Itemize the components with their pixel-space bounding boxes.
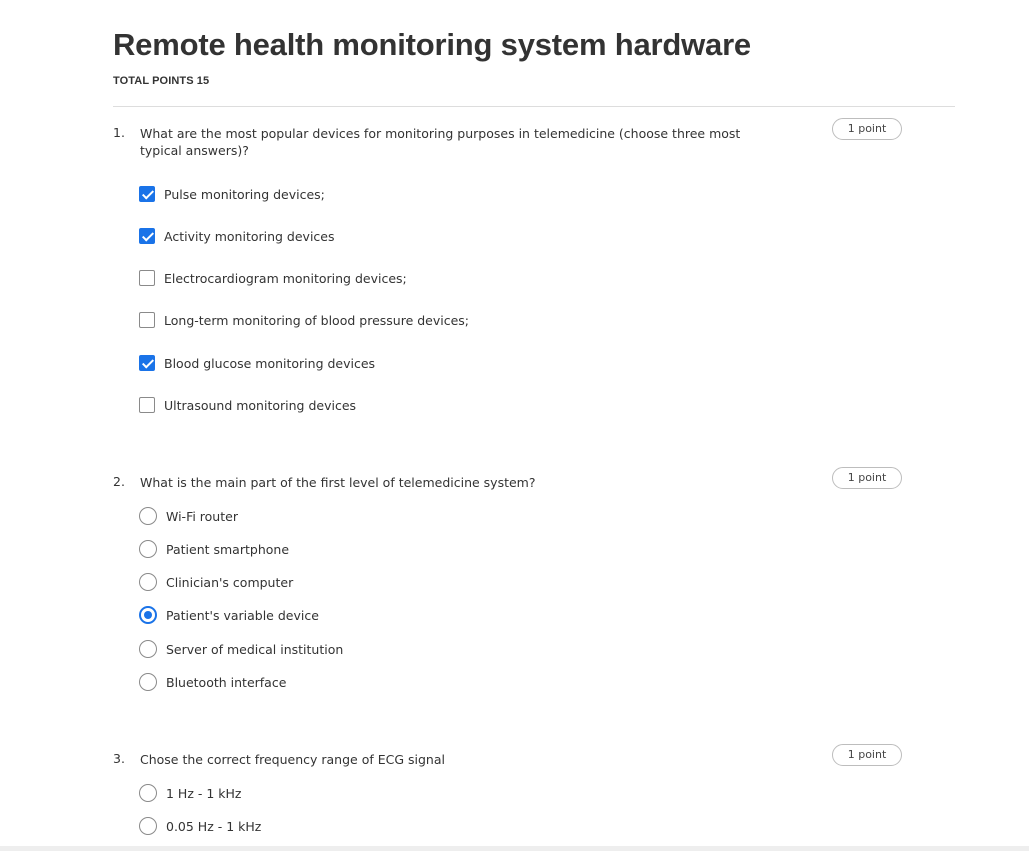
- option-pulse-monitoring[interactable]: Pulse monitoring devices;: [139, 184, 325, 204]
- option-clinician-computer[interactable]: Clinician's computer: [139, 572, 293, 592]
- option-activity-monitoring[interactable]: Activity monitoring devices: [139, 226, 335, 246]
- option-wifi-router[interactable]: Wi-Fi router: [139, 506, 238, 526]
- question-number: 2.: [113, 474, 125, 489]
- points-badge: 1 point: [832, 744, 902, 766]
- total-points: TOTAL POINTS 15: [113, 75, 210, 87]
- option-label: Blood glucose monitoring devices: [164, 355, 376, 371]
- option-label: Electrocardiogram monitoring devices;: [164, 270, 407, 286]
- option-label: Pulse monitoring devices;: [164, 186, 325, 202]
- option-005hz-1khz[interactable]: 0.05 Hz - 1 kHz: [139, 816, 261, 836]
- radio-button[interactable]: [139, 573, 157, 591]
- option-label: Wi-Fi router: [166, 508, 238, 524]
- header-divider: [113, 106, 955, 107]
- checkbox[interactable]: [139, 355, 155, 371]
- option-server-medical-institution[interactable]: Server of medical institution: [139, 639, 343, 659]
- checkbox[interactable]: [139, 397, 155, 413]
- page-title: Remote health monitoring system hardware: [113, 27, 751, 62]
- option-label: Clinician's computer: [166, 574, 294, 590]
- option-label: Activity monitoring devices: [164, 228, 335, 244]
- option-label: Patient's variable device: [166, 607, 319, 623]
- scroll-edge: [0, 846, 1029, 851]
- radio-button[interactable]: [139, 606, 157, 624]
- checkbox[interactable]: [139, 186, 155, 202]
- option-bluetooth-interface[interactable]: Bluetooth interface: [139, 672, 286, 692]
- option-blood-pressure[interactable]: Long-term monitoring of blood pressure d…: [139, 310, 469, 330]
- radio-button[interactable]: [139, 673, 157, 691]
- radio-button[interactable]: [139, 507, 157, 525]
- option-blood-glucose[interactable]: Blood glucose monitoring devices: [139, 353, 375, 373]
- radio-button[interactable]: [139, 540, 157, 558]
- option-patient-smartphone[interactable]: Patient smartphone: [139, 539, 289, 559]
- points-badge: 1 point: [832, 467, 902, 489]
- option-1hz-1khz[interactable]: 1 Hz - 1 kHz: [139, 783, 241, 803]
- checkbox[interactable]: [139, 270, 155, 286]
- option-label: Server of medical institution: [166, 641, 344, 657]
- radio-button[interactable]: [139, 817, 157, 835]
- points-badge: 1 point: [832, 118, 902, 140]
- question-text: What is the main part of the first level…: [140, 475, 536, 490]
- radio-button[interactable]: [139, 640, 157, 658]
- question-text: Chose the correct frequency range of ECG…: [140, 752, 445, 767]
- option-label: Ultrasound monitoring devices: [164, 397, 357, 413]
- checkbox[interactable]: [139, 228, 155, 244]
- option-label: Patient smartphone: [166, 541, 290, 557]
- question-text: What are the most popular devices for mo…: [140, 126, 741, 158]
- option-ultrasound[interactable]: Ultrasound monitoring devices: [139, 395, 356, 415]
- option-ecg-monitoring[interactable]: Electrocardiogram monitoring devices;: [139, 268, 407, 288]
- option-label: 1 Hz - 1 kHz: [166, 785, 242, 801]
- option-patient-variable-device[interactable]: Patient's variable device: [139, 605, 319, 625]
- option-label: Bluetooth interface: [166, 674, 287, 690]
- option-label: Long-term monitoring of blood pressure d…: [164, 312, 470, 328]
- question-number: 3.: [113, 751, 125, 766]
- radio-button[interactable]: [139, 784, 157, 802]
- option-label: 0.05 Hz - 1 kHz: [166, 818, 262, 834]
- checkbox[interactable]: [139, 312, 155, 328]
- question-number: 1.: [113, 125, 125, 140]
